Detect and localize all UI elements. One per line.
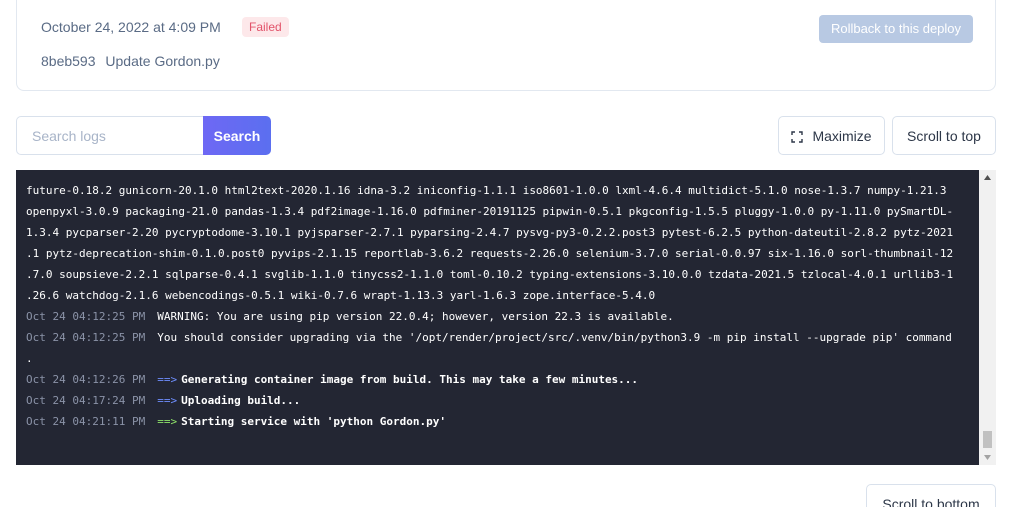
log-timestamp: Oct 24 04:17:24 PM	[26, 394, 146, 407]
scrollbar-thumb[interactable]	[983, 431, 992, 448]
scroll-to-top-button[interactable]: Scroll to top	[892, 116, 996, 155]
arrow-icon: ==>	[157, 373, 178, 386]
search-button[interactable]: Search	[203, 116, 271, 155]
log-entry: Oct 24 04:17:24 PM ==> Uploading build...	[26, 390, 971, 411]
log-line: openpyxl-3.0.9 packaging-21.0 pandas-1.3…	[26, 205, 954, 218]
log-scrollbar[interactable]	[979, 170, 996, 465]
log-line: future-0.18.2 gunicorn-20.1.0 html2text-…	[26, 184, 947, 197]
log-timestamp: Oct 24 04:12:26 PM	[26, 373, 146, 386]
arrow-icon: ==>	[157, 415, 178, 428]
deploy-card: October 24, 2022 at 4:09 PM Failed 8beb5…	[16, 0, 996, 91]
scroll-to-bottom-button[interactable]: Scroll to bottom	[866, 484, 996, 507]
log-text: Starting service with 'python Gordon.py'	[181, 415, 446, 428]
log-entry: Oct 24 04:12:25 PM You should consider up…	[26, 327, 971, 348]
log-timestamp: Oct 24 04:12:25 PM	[26, 310, 146, 323]
log-line: .26.6 watchdog-2.1.6 webencodings-0.5.1 …	[26, 289, 656, 302]
log-line: .1 pytz-deprecation-shim-0.1.0.post0 pyv…	[26, 247, 954, 260]
search-input[interactable]	[16, 116, 204, 155]
log-lines: future-0.18.2 gunicorn-20.1.0 html2text-…	[26, 180, 971, 432]
log-entry: Oct 24 04:21:11 PM ==> Starting service wi…	[26, 411, 971, 432]
log-terminal: future-0.18.2 gunicorn-20.1.0 html2text-…	[16, 170, 979, 465]
log-timestamp: Oct 24 04:12:25 PM	[26, 331, 146, 344]
log-line: .7.0 soupsieve-2.2.1 sqlparse-0.4.1 svgl…	[26, 268, 954, 281]
status-badge: Failed	[242, 17, 289, 37]
commit-info: 8beb593 Update Gordon.py	[41, 53, 220, 69]
log-text: WARNING: You are using pip version 22.0.…	[157, 310, 674, 323]
log-entry: .	[26, 348, 971, 369]
commit-message: Update Gordon.py	[105, 53, 220, 69]
log-entry: Oct 24 04:12:25 PM WARNING: You are using…	[26, 306, 971, 327]
log-text: .	[26, 352, 33, 365]
maximize-label: Maximize	[812, 127, 872, 144]
scroll-up-arrow-icon[interactable]	[979, 170, 996, 185]
scroll-down-arrow-icon[interactable]	[979, 450, 996, 465]
log-timestamp: Oct 24 04:21:11 PM	[26, 415, 146, 428]
maximize-button[interactable]: Maximize	[778, 116, 885, 155]
log-text: You should consider upgrading via the '/…	[157, 331, 952, 344]
log-line: 1.3.4 pycparser-2.20 pycryptodome-3.10.1…	[26, 226, 954, 239]
rollback-button[interactable]: Rollback to this deploy	[819, 15, 973, 43]
log-search: Search	[16, 116, 271, 155]
log-text: Uploading build...	[181, 394, 301, 407]
deploy-timestamp: October 24, 2022 at 4:09 PM	[41, 19, 221, 35]
log-entry: Oct 24 04:12:26 PM ==> Generating containe…	[26, 369, 971, 390]
commit-hash-link[interactable]: 8beb593	[41, 53, 96, 69]
arrow-icon: ==>	[157, 394, 178, 407]
log-text: Generating container image from build. T…	[181, 373, 639, 386]
maximize-icon	[791, 130, 804, 143]
